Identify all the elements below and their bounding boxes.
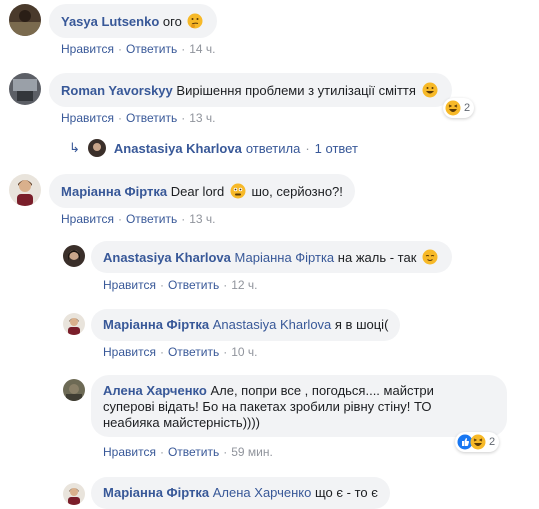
timestamp[interactable]: 13 ч. bbox=[189, 212, 215, 226]
comment-author[interactable]: Yasya Lutsenko bbox=[61, 14, 159, 29]
comment-bubble: Roman Yavorskyy Вирішення проблеми з ути… bbox=[49, 73, 452, 107]
reply-arrow-icon: ↳ bbox=[69, 140, 80, 155]
like-link[interactable]: Нравится bbox=[103, 278, 156, 292]
avatar[interactable] bbox=[63, 379, 85, 401]
avatar[interactable] bbox=[9, 174, 41, 206]
reply-text: Але, попри все , погодься.... майстри bbox=[210, 383, 434, 398]
reply-text: суперові відать! Бо на пакетах зробили р… bbox=[103, 399, 432, 414]
reply-link[interactable]: Ответить bbox=[168, 345, 219, 359]
flushed-face-icon bbox=[230, 183, 246, 199]
avatar[interactable] bbox=[9, 73, 41, 105]
timestamp[interactable]: 13 ч. bbox=[189, 111, 215, 125]
reply-link[interactable]: Ответить bbox=[168, 278, 219, 292]
comment-text: Вирішення проблеми з утилізації сміття bbox=[176, 83, 416, 98]
timestamp[interactable]: 14 ч. bbox=[189, 42, 215, 56]
timestamp[interactable]: 59 мин. bbox=[231, 445, 273, 459]
comment-author[interactable]: Roman Yavorskyy bbox=[61, 83, 173, 98]
comment-actions: Нравится · Ответить · 13 ч. bbox=[61, 111, 216, 125]
reaction-count[interactable]: 2 bbox=[455, 432, 500, 452]
comment-text: Dear lord bbox=[170, 184, 225, 199]
comment-author[interactable]: Маріанна Фіртка bbox=[61, 184, 167, 199]
comment-bubble: Yasya Lutsenko ого bbox=[49, 4, 218, 38]
reply-author[interactable]: Маріанна Фіртка bbox=[103, 485, 209, 500]
mention-link[interactable]: Алена Харченко bbox=[213, 485, 312, 500]
reply-bubble: Маріанна Фіртка Anastasiya Kharlova я в … bbox=[91, 309, 401, 341]
reply-author[interactable]: Маріанна Фіртка bbox=[103, 317, 209, 332]
reaction-count[interactable]: 2 bbox=[443, 98, 475, 118]
like-link[interactable]: Нравится bbox=[61, 111, 114, 125]
avatar[interactable] bbox=[63, 313, 85, 335]
reply-actions: Нравится · Ответить · 59 мин. bbox=[103, 445, 273, 459]
reply-actions: Нравится · Ответить · 12 ч. bbox=[103, 278, 258, 292]
comment-actions: Нравится · Ответить · 13 ч. bbox=[61, 212, 216, 226]
haha-icon bbox=[470, 434, 486, 450]
comment-text: ого bbox=[162, 14, 182, 29]
mention-link[interactable]: Anastasiya Kharlova bbox=[213, 317, 332, 332]
reply-text: я в шоці( bbox=[334, 317, 389, 332]
reply-text: неабияка майстерність)))) bbox=[103, 415, 261, 430]
relieved-face-icon bbox=[422, 249, 438, 265]
like-link[interactable]: Нравится bbox=[61, 212, 114, 226]
like-link[interactable]: Нравится bbox=[61, 42, 114, 56]
reply-link[interactable]: Ответить bbox=[126, 212, 177, 226]
reply-actions: Нравится · Ответить · 10 ч. bbox=[103, 345, 258, 359]
like-link[interactable]: Нравится bbox=[103, 445, 156, 459]
timestamp[interactable]: 10 ч. bbox=[231, 345, 257, 359]
reply-author[interactable]: Алена Харченко bbox=[103, 383, 207, 398]
grinning-face-icon bbox=[422, 82, 438, 98]
reply-text: на жаль - так bbox=[337, 250, 417, 265]
reply-bubble: Алена Харченко Але, попри все , погодься… bbox=[91, 375, 507, 437]
avatar[interactable] bbox=[63, 483, 85, 505]
like-link[interactable]: Нравится bbox=[103, 345, 156, 359]
reply-link[interactable]: Ответить bbox=[126, 42, 177, 56]
comment-text: шо, серйозно?! bbox=[251, 184, 343, 199]
reply-link[interactable]: Ответить bbox=[168, 445, 219, 459]
comment-bubble: Маріанна Фіртка Dear lord шо, серйозно?! bbox=[49, 174, 355, 208]
reply-author[interactable]: Anastasiya Kharlova bbox=[103, 250, 231, 265]
thinking-face-icon bbox=[187, 13, 203, 29]
avatar[interactable] bbox=[9, 4, 41, 36]
reply-bubble: Anastasiya Kharlova Маріанна Фіртка на ж… bbox=[91, 241, 453, 273]
mention-link[interactable]: Маріанна Фіртка bbox=[235, 250, 335, 265]
reply-text: що є - то є bbox=[315, 485, 378, 500]
timestamp[interactable]: 12 ч. bbox=[231, 278, 257, 292]
avatar bbox=[87, 139, 106, 157]
reply-link[interactable]: Ответить bbox=[126, 111, 177, 125]
view-replies-link[interactable]: ↳ Anastasiya Kharlova ответила · 1 ответ bbox=[69, 139, 358, 157]
haha-icon bbox=[445, 100, 461, 116]
reply-bubble: Маріанна Фіртка Алена Харченко що є - то… bbox=[91, 477, 390, 509]
avatar[interactable] bbox=[63, 245, 85, 267]
comment-actions: Нравится · Ответить · 14 ч. bbox=[61, 42, 216, 56]
